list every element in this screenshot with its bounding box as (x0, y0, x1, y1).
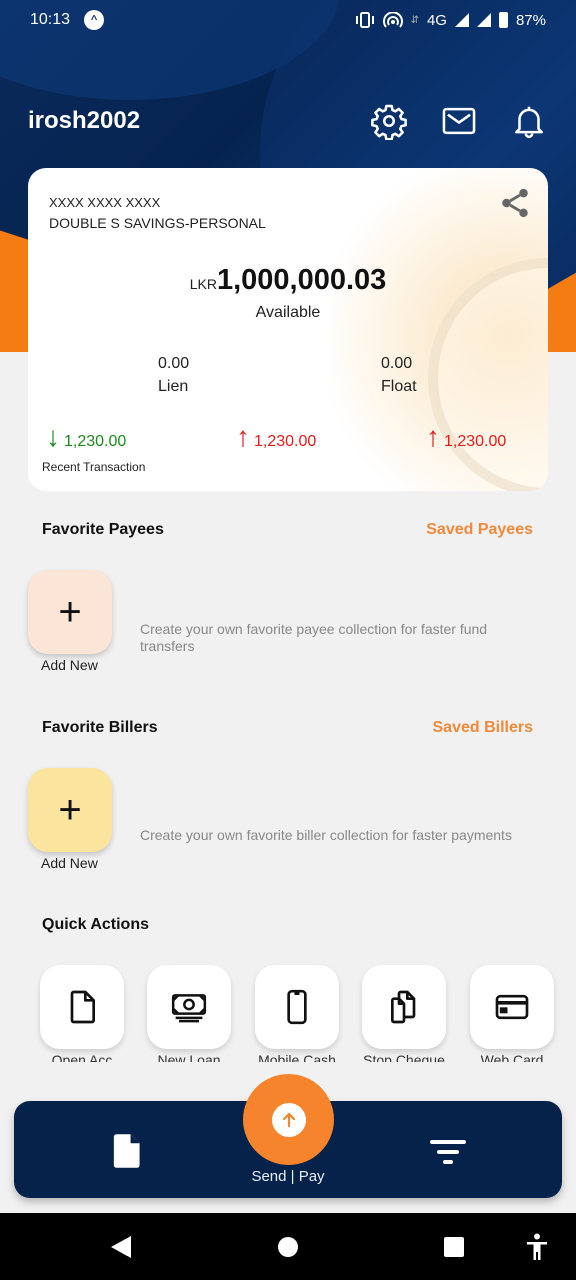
balance-amount: 1,000,000.03 (216, 264, 387, 296)
quick-action-web-card[interactable] (470, 965, 554, 1049)
bell-icon[interactable] (510, 102, 548, 140)
document-icon (70, 990, 95, 1024)
plus-icon: + (58, 787, 82, 832)
favorite-payees-title: Favorite Payees (42, 521, 164, 538)
float-label: Float (381, 378, 417, 395)
battery-icon (498, 12, 508, 28)
transaction-item[interactable]: ↑ 1,230.00 (236, 423, 316, 451)
account-card[interactable]: XXXX XXXX XXXX DOUBLE S SAVINGS-PERSONAL… (28, 168, 548, 491)
mail-icon[interactable] (440, 102, 478, 140)
add-payee-label: Add New (41, 657, 98, 673)
send-pay-button[interactable] (243, 1074, 334, 1165)
app-notification-icon: ^ (84, 10, 105, 30)
saved-payees-link[interactable]: Saved Payees (426, 521, 533, 539)
transaction-amount: 1,230.00 (254, 433, 317, 450)
phone-icon (287, 989, 307, 1025)
add-biller-label: Add New (41, 855, 98, 871)
network-type: 4G (426, 11, 447, 29)
recent-transaction-label: Recent Transaction (42, 460, 146, 474)
quick-action-label: Web Card (480, 1052, 544, 1062)
signal-icon (454, 13, 469, 27)
balance-label: Available (255, 304, 321, 321)
app-header: irosh2002 (28, 96, 548, 146)
billers-hint: Create your own favorite biller collecti… (140, 827, 512, 843)
account-number: XXXX XXXX XXXX (49, 195, 161, 210)
quick-action-new-loan[interactable] (147, 965, 231, 1049)
vibrate-icon (355, 12, 374, 28)
saved-billers-link[interactable]: Saved Billers (433, 719, 534, 737)
quick-action-label: Mobile Cash (258, 1052, 336, 1062)
signal-icon (476, 13, 491, 27)
float-value: 0.00 (381, 355, 413, 372)
transaction-item[interactable]: ↑ 1,230.00 (426, 423, 506, 451)
lien-label: Lien (158, 378, 189, 395)
quick-action-open-acc[interactable] (40, 965, 124, 1049)
credit-card-icon (495, 994, 529, 1020)
arrow-up-circle-icon (271, 1102, 306, 1137)
data-arrows-icon: ⇵ (410, 14, 419, 26)
cash-icon (171, 994, 207, 1023)
favorite-billers-title: Favorite Billers (42, 719, 158, 736)
share-icon[interactable] (498, 186, 532, 220)
copy-documents-icon (391, 990, 416, 1024)
transaction-amount: 1,230.00 (444, 433, 507, 450)
recents-icon[interactable] (443, 1236, 465, 1258)
transaction-amount: 1,230.00 (64, 433, 127, 450)
send-pay-label: Send | Pay (251, 1168, 325, 1185)
lien-value: 0.00 (158, 355, 190, 372)
payees-hint: Create your own favorite payee collectio… (140, 621, 488, 654)
add-biller-button[interactable]: + (28, 768, 112, 852)
gear-icon[interactable] (370, 102, 408, 140)
accessibility-icon[interactable] (526, 1233, 548, 1261)
arrow-up-icon: ↑ (426, 421, 440, 452)
status-bar: 10:13 ^ ⇵ 4G 87% (0, 0, 576, 40)
quick-action-mobile-cash[interactable] (255, 965, 339, 1049)
arrow-up-icon: ↑ (236, 421, 250, 452)
float: 0.00 Float (381, 352, 417, 398)
quick-action-label: New Loan (157, 1052, 221, 1062)
system-navigation-bar (0, 1213, 576, 1280)
hotspot-icon (382, 12, 403, 28)
quick-actions-title: Quick Actions (42, 916, 149, 933)
home-icon[interactable] (277, 1236, 299, 1258)
quick-action-stop-cheque[interactable] (362, 965, 446, 1049)
lien: 0.00 Lien (158, 352, 189, 398)
status-time: 10:13 (30, 11, 71, 28)
nav-document-icon[interactable] (112, 1133, 144, 1169)
currency: LKR (189, 276, 217, 292)
nav-filter-icon[interactable] (428, 1138, 468, 1166)
account-type: DOUBLE S SAVINGS-PERSONAL (49, 215, 266, 231)
arrow-down-icon: ↓ (46, 421, 60, 452)
add-payee-button[interactable]: + (28, 570, 112, 654)
quick-action-label: Stop Cheque (363, 1052, 445, 1062)
balance: LKR1,000,000.03 (28, 264, 548, 297)
username: irosh2002 (28, 107, 141, 134)
plus-icon: + (58, 589, 82, 634)
battery-percent: 87% (515, 11, 546, 29)
back-icon[interactable] (110, 1235, 132, 1259)
transaction-item[interactable]: ↓ 1,230.00 (46, 423, 126, 451)
quick-action-label: Open Acc (51, 1052, 113, 1062)
